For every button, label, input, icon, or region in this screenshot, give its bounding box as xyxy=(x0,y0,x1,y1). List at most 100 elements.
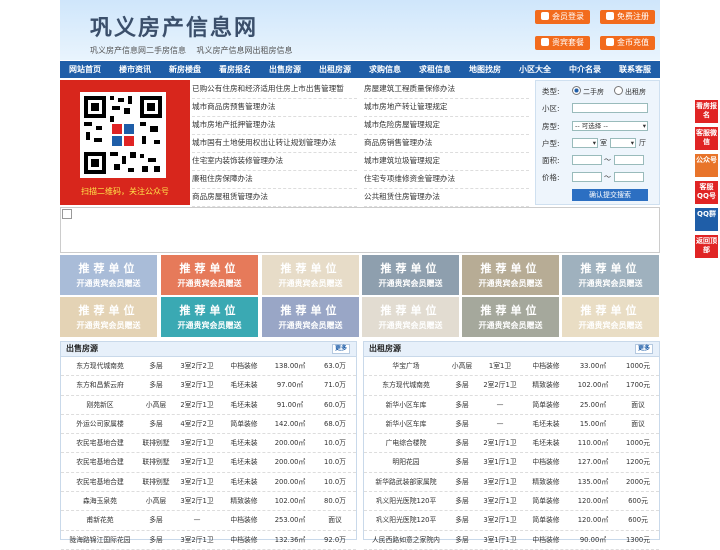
rent-info-link[interactable]: 巩义房产信息网出租房信息 xyxy=(197,46,293,55)
side-official-account[interactable]: 公众号 xyxy=(695,154,718,177)
nav-viewing-signup[interactable]: 看房报名 xyxy=(210,61,260,78)
banner-image[interactable] xyxy=(60,207,660,253)
price-max-input[interactable] xyxy=(614,172,644,182)
side-service-qq[interactable]: 客服QQ号 xyxy=(695,181,718,204)
policy-link[interactable]: 城市房地产抵押管理办法 xyxy=(192,116,357,135)
listing-row[interactable]: 外运公司家属楼 多层 4室2厅2卫 简单装修 142.00㎡ 68.0万 xyxy=(61,415,356,435)
nav-news[interactable]: 楼市资讯 xyxy=(110,61,160,78)
policy-link[interactable]: 城市国有土地使用权出让转让规划管理办法 xyxy=(192,134,357,153)
listing-name[interactable]: 巩义阳光医院120平 xyxy=(366,492,446,510)
listing-name[interactable]: 东方现代城南苑 xyxy=(366,376,446,394)
listing-name[interactable]: 巩义阳光医院120平 xyxy=(366,511,446,529)
listing-name[interactable]: 华宝广场 xyxy=(366,357,446,375)
search-submit-button[interactable]: 确认提交搜索 xyxy=(572,189,648,201)
nav-for-sale[interactable]: 出售房源 xyxy=(260,61,310,78)
listing-name[interactable]: 新华小区车库 xyxy=(366,415,446,433)
ad-tile[interactable]: 推荐单位 开通贵宾会员赠送 xyxy=(262,297,359,337)
listing-name[interactable]: 农民宅基地合建 xyxy=(65,434,135,452)
ad-tile[interactable]: 推荐单位 开通贵宾会员赠送 xyxy=(462,255,559,295)
policy-link[interactable]: 已购公有住房和经济适用住房上市出售管理暂 xyxy=(192,80,357,99)
listing-row[interactable]: 人民西路如意之家院内 多层 3室1厅1卫 中档装修 90.00㎡ 1300元 xyxy=(364,531,659,550)
nav-agencies[interactable]: 中介名录 xyxy=(560,61,610,78)
radio-rent[interactable]: 出租房 xyxy=(614,86,646,97)
listing-row[interactable]: 农民宅基地合建 联排别墅 3室2厅1卫 毛坯未装 200.00㎡ 10.0万 xyxy=(61,453,356,473)
policy-link[interactable]: 城市危险房屋管理规定 xyxy=(364,116,529,135)
layout-select[interactable]: -- 可选择 -- ▾ xyxy=(572,121,648,131)
site-logo[interactable]: 巩义房产信息网 xyxy=(90,10,258,42)
listing-name[interactable]: 东方现代城南苑 xyxy=(65,357,135,375)
listing-name[interactable]: 甫新花苑 xyxy=(65,511,135,529)
nav-new-homes[interactable]: 新房楼盘 xyxy=(160,61,210,78)
policy-link[interactable]: 商品房销售管理办法 xyxy=(364,134,529,153)
area-min-input[interactable] xyxy=(572,155,602,165)
listing-row[interactable]: 农民宅基地合建 联排别墅 3室2厅1卫 毛坯未装 200.00㎡ 10.0万 xyxy=(61,473,356,493)
policy-link[interactable]: 住宅专项维修资金管理办法 xyxy=(364,170,529,189)
nav-contact[interactable]: 联系客服 xyxy=(610,61,660,78)
listing-name[interactable]: 外运公司家属楼 xyxy=(65,415,135,433)
hall-select[interactable]: ▾ xyxy=(610,138,636,148)
listing-name[interactable]: 刚苑新区 xyxy=(65,396,135,414)
policy-link[interactable]: 城市商品房预售管理办法 xyxy=(192,98,357,117)
listing-name[interactable]: 新华路武装部家属院 xyxy=(366,473,446,491)
listing-row[interactable]: 刚苑新区 小高层 2室2厅1卫 毛坯未装 91.00㎡ 60.0万 xyxy=(61,396,356,415)
listing-row[interactable]: 陇海路锦江国际花园 多层 3室2厅1卫 中档装修 132.36㎡ 92.0万 xyxy=(61,531,356,550)
side-back-to-top[interactable]: 返回顶部 xyxy=(695,235,718,258)
listing-name[interactable]: 东方和昌紫云府 xyxy=(65,376,135,394)
listing-row[interactable]: 东方现代城南苑 多层 3室2厅2卫 中档装修 138.00㎡ 63.0万 xyxy=(61,357,356,377)
listing-name[interactable]: 森海玉泉苑 xyxy=(65,492,135,510)
side-service-wechat[interactable]: 客服微信 xyxy=(695,127,718,150)
listing-row[interactable]: 明阳花园 多层 3室1厅1卫 中档装修 127.00㎡ 1200元 xyxy=(364,453,659,473)
sale-more-button[interactable]: 更多 xyxy=(331,344,350,354)
ad-tile[interactable]: 推荐单位 开通贵宾会员赠送 xyxy=(362,255,459,295)
radio-sale[interactable]: 二手房 xyxy=(572,86,604,97)
ad-tile[interactable]: 推荐单位 开通贵宾会员赠送 xyxy=(562,297,659,337)
ad-tile[interactable]: 推荐单位 开通贵宾会员赠送 xyxy=(161,297,258,337)
listing-row[interactable]: 农民宅基地合建 联排别墅 3室2厅1卫 毛坯未装 200.00㎡ 10.0万 xyxy=(61,434,356,454)
listing-row[interactable]: 广电综合楼院 多层 2室1厅1卫 毛坯未装 110.00㎡ 1000元 xyxy=(364,434,659,454)
recharge-button[interactable]: 金币充值 xyxy=(600,36,655,50)
nav-home[interactable]: 网站首页 xyxy=(60,61,110,78)
listing-row[interactable]: 华宝广场 小高层 1室1卫 中档装修 33.00㎡ 1000元 xyxy=(364,357,659,377)
price-min-input[interactable] xyxy=(572,172,602,182)
ad-tile[interactable]: 推荐单位 开通贵宾会员赠送 xyxy=(60,297,157,337)
area-max-input[interactable] xyxy=(614,155,644,165)
nav-map[interactable]: 地图找房 xyxy=(460,61,510,78)
policy-link[interactable]: 城市房地产转让管理规定 xyxy=(364,98,529,117)
login-button[interactable]: 会员登录 xyxy=(535,10,590,24)
listing-name[interactable]: 新华小区车库 xyxy=(366,396,446,414)
register-button[interactable]: 免费注册 xyxy=(600,10,655,24)
listing-row[interactable]: 甫新花苑 多层 — 中档装修 253.00㎡ 面议 xyxy=(61,511,356,531)
listing-name[interactable]: 广电综合楼院 xyxy=(366,434,446,452)
nav-for-rent[interactable]: 出租房源 xyxy=(310,61,360,78)
listing-name[interactable]: 明阳花园 xyxy=(366,453,446,471)
nav-communities[interactable]: 小区大全 xyxy=(510,61,560,78)
policy-link[interactable]: 住宅室内装饰装修管理办法 xyxy=(192,152,357,171)
listing-row[interactable]: 新华小区车库 多层 — 毛坯未装 15.00㎡ 面议 xyxy=(364,415,659,435)
listing-row[interactable]: 东方现代城南苑 多层 2室2厅1卫 精致装修 102.00㎡ 1700元 xyxy=(364,376,659,396)
policy-link[interactable]: 公共租赁住房管理办法 xyxy=(364,188,529,207)
listing-row[interactable]: 森海玉泉苑 小高层 3室2厅1卫 精致装修 102.00㎡ 80.0万 xyxy=(61,492,356,512)
listing-row[interactable]: 巩义阳光医院120平 多层 3室2厅1卫 简单装修 120.00㎡ 600元 xyxy=(364,492,659,512)
vip-package-button[interactable]: 贵宾套餐 xyxy=(535,36,590,50)
policy-link[interactable]: 商品房屋租赁管理办法 xyxy=(192,188,357,207)
ad-tile[interactable]: 推荐单位 开通贵宾会员赠送 xyxy=(462,297,559,337)
nav-wanted-buy[interactable]: 求购信息 xyxy=(360,61,410,78)
listing-row[interactable]: 新华路武装部家属院 多层 3室2厅1卫 精致装修 135.00㎡ 2000元 xyxy=(364,473,659,493)
ad-tile[interactable]: 推荐单位 开通贵宾会员赠送 xyxy=(362,297,459,337)
listing-row[interactable]: 新华小区车库 多层 — 简单装修 25.00㎡ 面议 xyxy=(364,396,659,415)
community-input[interactable] xyxy=(572,103,648,113)
listing-name[interactable]: 农民宅基地合建 xyxy=(65,473,135,491)
side-viewing-signup[interactable]: 看房报名 xyxy=(695,100,718,123)
policy-link[interactable]: 廉租住房保障办法 xyxy=(192,170,357,189)
listing-row[interactable]: 巩义阳光医院120平 多层 3室2厅1卫 简单装修 120.00㎡ 600元 xyxy=(364,511,659,531)
ad-tile[interactable]: 推荐单位 开通贵宾会员赠送 xyxy=(262,255,359,295)
ad-tile[interactable]: 推荐单位 开通贵宾会员赠送 xyxy=(562,255,659,295)
policy-link[interactable]: 城市建筑垃圾管理规定 xyxy=(364,152,529,171)
sale-info-link[interactable]: 巩义房产信息网二手房信息 xyxy=(90,46,186,55)
policy-link[interactable]: 房屋建筑工程质量保修办法 xyxy=(364,80,529,99)
ad-tile[interactable]: 推荐单位 开通贵宾会员赠送 xyxy=(161,255,258,295)
ad-tile[interactable]: 推荐单位 开通贵宾会员赠送 xyxy=(60,255,157,295)
listing-name[interactable]: 农民宅基地合建 xyxy=(65,453,135,471)
rooms-select[interactable]: ▾ xyxy=(572,138,598,148)
rent-more-button[interactable]: 更多 xyxy=(634,344,653,354)
